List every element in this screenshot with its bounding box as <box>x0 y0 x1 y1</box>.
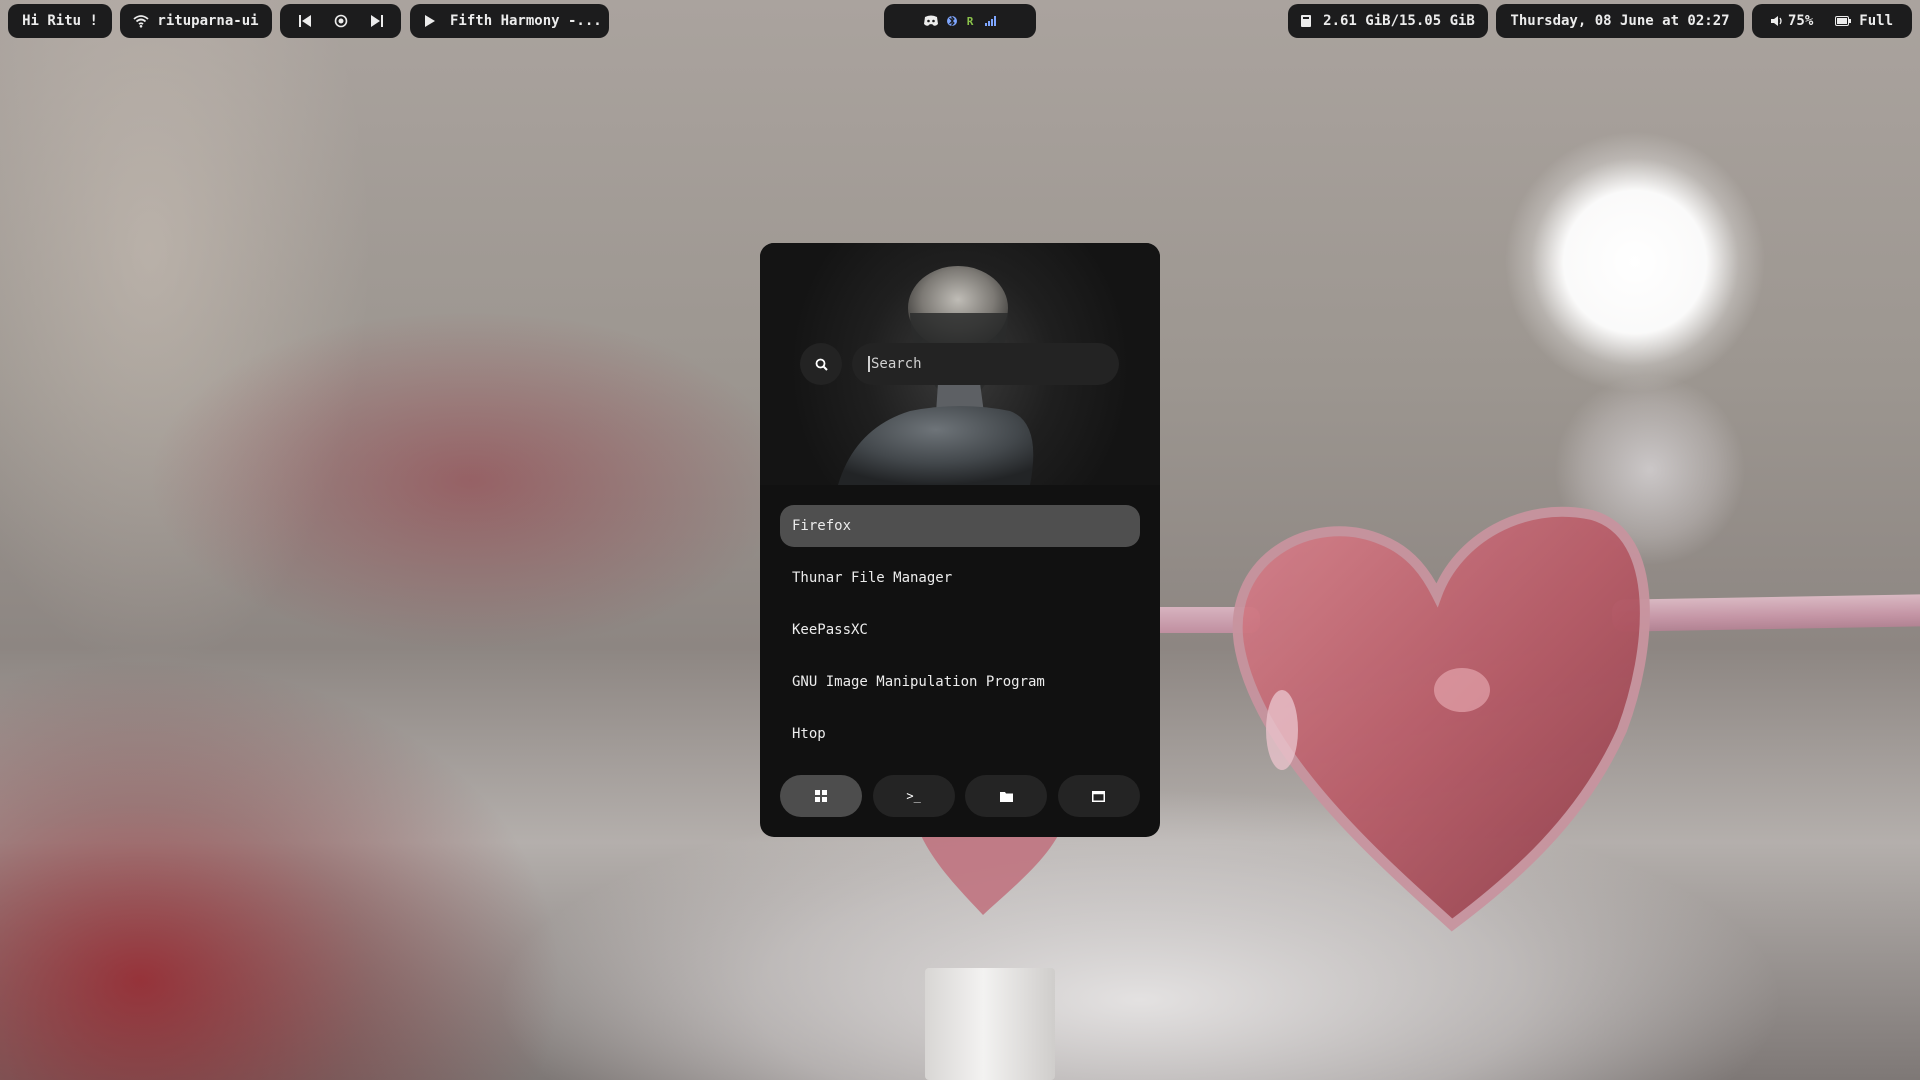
play-icon[interactable] <box>424 14 436 28</box>
wallpaper-heart-lens <box>1232 506 1650 932</box>
greeting-pill[interactable]: Hi Ritu ! <box>8 4 112 38</box>
wifi-icon <box>133 14 150 28</box>
discord-icon[interactable] <box>923 15 939 27</box>
speaker-icon[interactable] <box>1770 15 1783 27</box>
wifi-ssid: rituparna-ui <box>157 13 259 29</box>
search-input[interactable] <box>868 356 1101 372</box>
wallpaper-pillar <box>925 968 1055 1080</box>
mode-files-button[interactable] <box>965 775 1048 817</box>
mode-run-button[interactable]: >_ <box>872 775 955 817</box>
app-item-label: GNU Image Manipulation Program <box>792 674 1045 690</box>
datetime-pill[interactable]: Thursday, 08 June at 02:27 <box>1496 4 1744 38</box>
volume-level[interactable]: 75% <box>1788 13 1813 29</box>
app-item-keepassxc[interactable]: KeePassXC <box>780 609 1140 651</box>
app-item-label: KeePassXC <box>792 622 868 638</box>
terminal-prompt-icon: >_ <box>906 789 921 803</box>
app-list: Firefox Thunar File Manager KeePassXC GN… <box>780 505 1140 765</box>
volume-battery-pill: 75% Full <box>1752 4 1912 38</box>
app-item-firefox[interactable]: Firefox <box>780 505 1140 547</box>
app-item-htop[interactable]: Htop <box>780 713 1140 755</box>
skip-previous-icon[interactable] <box>298 14 312 28</box>
bluetooth-icon[interactable] <box>946 13 957 29</box>
app-item-gimp[interactable]: GNU Image Manipulation Program <box>780 661 1140 703</box>
battery-status: Full <box>1859 13 1893 29</box>
app-item-thunar[interactable]: Thunar File Manager <box>780 557 1140 599</box>
now-playing-title: Fifth Harmony -... <box>450 13 602 29</box>
app-item-label: Htop <box>792 726 826 742</box>
system-tray-pill: R <box>884 4 1036 38</box>
folder-icon <box>999 791 1013 802</box>
now-playing-pill[interactable]: Fifth Harmony -... <box>410 4 609 38</box>
app-item-label: Thunar File Manager <box>792 570 953 586</box>
mode-apps-button[interactable] <box>780 775 862 817</box>
memory-pill[interactable]: 2.61 GiB/15.05 GiB <box>1288 4 1488 38</box>
r-app-icon[interactable]: R <box>967 15 974 28</box>
search-field[interactable] <box>852 343 1119 385</box>
record-icon[interactable] <box>334 14 348 28</box>
memory-usage: 2.61 GiB/15.05 GiB <box>1323 13 1475 29</box>
grid-apps-icon <box>815 790 827 802</box>
wifi-pill[interactable]: rituparna-ui <box>120 4 272 38</box>
app-launcher: Firefox Thunar File Manager KeePassXC GN… <box>760 243 1160 837</box>
window-icon <box>1092 790 1106 802</box>
app-item-label: Firefox <box>792 518 852 534</box>
memory-icon <box>1301 15 1312 27</box>
mode-windows-button[interactable] <box>1057 775 1140 817</box>
launcher-hero-image <box>760 243 1160 485</box>
search-icon <box>815 358 828 371</box>
search-button[interactable] <box>800 343 842 385</box>
battery-icon <box>1835 16 1852 26</box>
media-controls-pill <box>280 4 401 38</box>
launcher-mode-switcher: >_ <box>780 775 1140 817</box>
desktop-wallpaper: Hi Ritu ! rituparna-ui Fifth Harmony -..… <box>0 0 1920 1080</box>
greeting-text: Hi Ritu ! <box>22 13 98 29</box>
datetime-text: Thursday, 08 June at 02:27 <box>1510 13 1730 29</box>
signal-bars-icon[interactable] <box>985 16 997 26</box>
skip-next-icon[interactable] <box>370 14 384 28</box>
